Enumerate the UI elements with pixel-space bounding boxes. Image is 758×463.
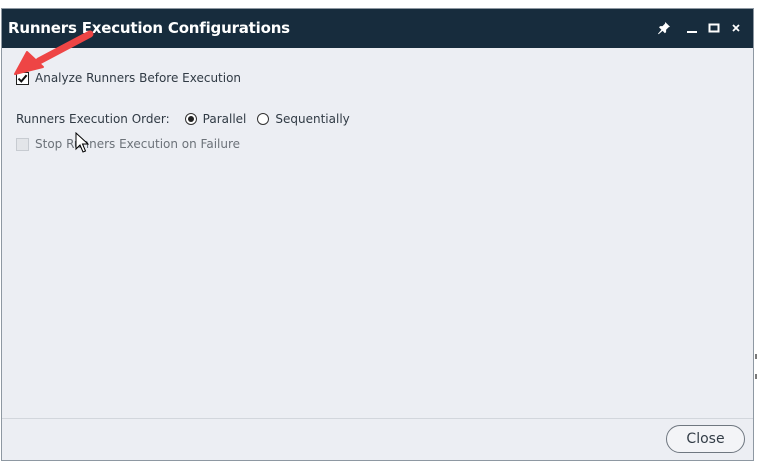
radio-sequentially[interactable]: Sequentially xyxy=(257,112,350,126)
dialog-content: Analyze Runners Before Execution Runners… xyxy=(2,48,753,419)
stop-on-failure-label: Stop Runners Execution on Failure xyxy=(35,137,241,151)
analyze-runners-checkbox[interactable] xyxy=(16,71,29,85)
radio-selected-dot xyxy=(187,116,194,122)
pin-icon[interactable] xyxy=(655,19,673,37)
stop-on-failure-checkbox xyxy=(16,137,29,151)
checkmark-icon xyxy=(17,74,28,83)
radio-parallel[interactable]: Parallel xyxy=(184,112,247,126)
maximize-icon[interactable] xyxy=(705,19,723,37)
dialog-title: Runners Execution Configurations xyxy=(8,19,290,37)
close-button[interactable]: Close xyxy=(666,425,745,453)
analyze-runners-label: Analyze Runners Before Execution xyxy=(35,71,242,85)
execution-order-label: Runners Execution Order: xyxy=(16,112,170,126)
edge-tick xyxy=(755,354,757,359)
minimize-icon[interactable] xyxy=(683,19,701,37)
title-bar: Runners Execution Configurations xyxy=(2,9,753,48)
radio-sequentially-label: Sequentially xyxy=(275,112,350,126)
execution-order-group: Runners Execution Order: Parallel Sequen… xyxy=(16,112,350,126)
dialog-footer: Close xyxy=(2,418,753,460)
radio-button-parallel[interactable] xyxy=(184,113,197,125)
analyze-runners-option[interactable]: Analyze Runners Before Execution xyxy=(16,71,241,85)
radio-parallel-label: Parallel xyxy=(202,112,247,126)
stop-on-failure-option: Stop Runners Execution on Failure xyxy=(16,137,240,151)
radio-button-sequentially[interactable] xyxy=(257,113,270,125)
close-icon[interactable] xyxy=(727,19,745,37)
configuration-dialog: Runners Execution Configurations Analyze… xyxy=(1,8,754,461)
edge-tick xyxy=(755,374,757,379)
